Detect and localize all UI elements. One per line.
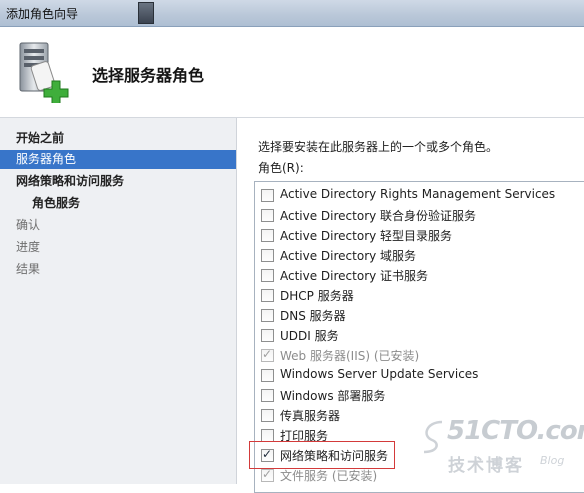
role-label: Windows 部署服务 [280, 389, 386, 403]
role-row: Web 服务器(IIS) (已安装) [255, 345, 584, 365]
role-row[interactable]: Active Directory 证书服务 [255, 265, 584, 285]
nav-step-role-services[interactable]: 角色服务 [0, 194, 236, 213]
title-bar: 添加角色向导 [0, 0, 584, 27]
role-checkbox [261, 467, 274, 482]
window-title: 添加角色向导 [6, 7, 79, 21]
role-row[interactable]: Active Directory 联合身份验证服务 [255, 205, 584, 225]
role-label: DNS 服务器 [280, 309, 346, 323]
role-checkbox[interactable] [261, 329, 274, 342]
role-checkbox[interactable] [261, 209, 274, 222]
role-checkbox[interactable] [261, 249, 274, 262]
role-label: Active Directory 域服务 [280, 249, 417, 263]
role-checkbox[interactable] [261, 409, 274, 422]
role-label: 传真服务器 [280, 409, 341, 423]
role-checkbox[interactable] [261, 389, 274, 402]
role-checkbox[interactable] [261, 269, 274, 282]
nav-step-results: 结果 [16, 262, 41, 276]
page-heading: 选择服务器角色 [92, 66, 205, 85]
wizard-step-nav: 开始之前 服务器角色 网络策略和访问服务 角色服务 确认 进度 结果 [0, 118, 237, 484]
role-checkbox[interactable] [261, 369, 274, 382]
nav-step-confirmation: 确认 [16, 218, 41, 232]
role-label: Active Directory 轻型目录服务 [280, 229, 453, 243]
nav-step-progress: 进度 [16, 240, 41, 254]
role-checkbox[interactable] [261, 229, 274, 242]
role-row[interactable]: Active Directory 域服务 [255, 245, 584, 265]
role-checkbox[interactable] [261, 309, 274, 322]
watermark-logo-icon [423, 420, 443, 454]
watermark-sub: 技术博客 [448, 456, 524, 476]
role-label: Active Directory 联合身份验证服务 [280, 209, 477, 223]
role-row[interactable]: Active Directory Rights Management Servi… [255, 185, 584, 205]
nav-step-network-policy[interactable]: 网络策略和访问服务 [0, 172, 236, 191]
role-row[interactable]: Windows 部署服务 [255, 385, 584, 405]
role-label: 文件服务 (已安装) [280, 469, 378, 483]
nav-step-before-you-begin[interactable]: 开始之前 [0, 129, 236, 148]
role-row[interactable]: Windows Server Update Services [255, 365, 584, 385]
instruction-text: 选择要安装在此服务器上的一个或多个角色。 [258, 140, 499, 154]
roles-label: 角色(R): [258, 161, 304, 175]
role-label: Active Directory 证书服务 [280, 269, 429, 283]
role-checkbox[interactable] [261, 289, 274, 302]
role-label: UDDI 服务 [280, 329, 339, 343]
role-checkbox [261, 347, 274, 362]
role-label: Active Directory Rights Management Servi… [280, 187, 556, 201]
window-system-button[interactable] [138, 2, 154, 24]
role-label: Windows Server Update Services [280, 367, 479, 381]
nav-step-server-roles[interactable]: 服务器角色 [0, 150, 236, 169]
role-row[interactable]: UDDI 服务 [255, 325, 584, 345]
watermark: 51CTO.com 技术博客 Blog [418, 416, 584, 476]
role-row[interactable]: Active Directory 轻型目录服务 [255, 225, 584, 245]
role-label: DHCP 服务器 [280, 289, 354, 303]
wizard-header: 选择服务器角色 [0, 27, 584, 118]
watermark-blog: Blog [540, 454, 565, 467]
role-row[interactable]: DHCP 服务器 [255, 285, 584, 305]
role-row[interactable]: DNS 服务器 [255, 305, 584, 325]
highlight-box [249, 441, 395, 469]
server-add-role-icon [19, 42, 69, 103]
role-checkbox[interactable] [261, 189, 274, 202]
role-label: Web 服务器(IIS) (已安装) [280, 349, 420, 363]
watermark-main: 51CTO.com [447, 416, 584, 446]
